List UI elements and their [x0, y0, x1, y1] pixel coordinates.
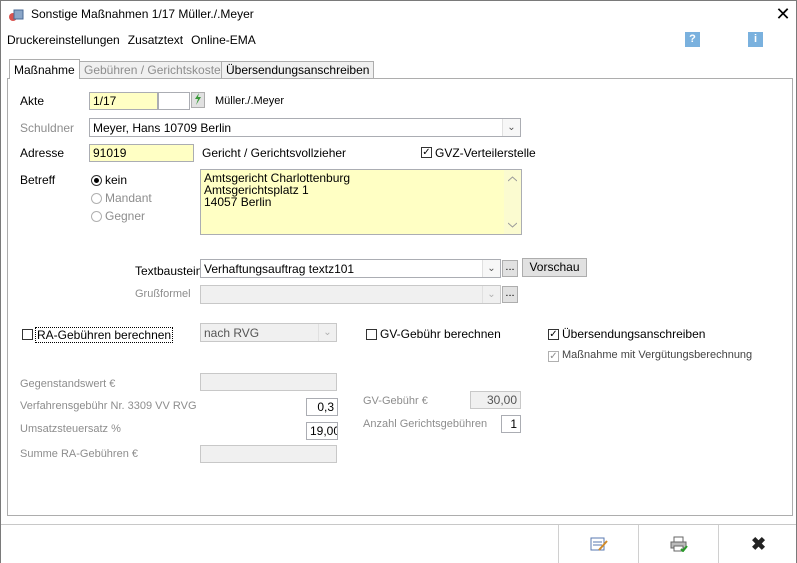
schuldner-select[interactable]: Meyer, Hans 10709 Berlin ⌄: [89, 118, 521, 137]
gvz-checkbox[interactable]: ✓: [421, 147, 432, 158]
umsatzsteuer-label: Umsatzsteuersatz %: [20, 423, 121, 435]
tab-massnahme[interactable]: Maßnahme: [9, 59, 80, 79]
gv-gebuehr-label: GV-Gebühr berechnen: [380, 327, 501, 341]
anzahl-label: Anzahl Gerichtsgebühren: [363, 418, 488, 430]
verfahrensgebuehr-label: Verfahrensgebühr Nr. 3309 VV RVG: [20, 400, 197, 412]
akte-input[interactable]: 1/17: [89, 92, 158, 110]
close-window-button[interactable]: ✕: [773, 4, 793, 24]
adresse-input[interactable]: 91019: [89, 144, 194, 162]
adresse-type: Gericht / Gerichtsvollzieher: [202, 146, 347, 160]
gegenstandswert-label: Gegenstandswert €: [20, 378, 116, 390]
grussformel-label: Grußformel: [135, 288, 191, 300]
betreff-option-mandant: Mandant: [105, 191, 152, 205]
betreff-label: Betreff: [20, 173, 56, 187]
gvgebuehr-input[interactable]: 30,00: [470, 391, 521, 409]
schuldner-label: Schuldner: [20, 121, 75, 135]
adresse-label: Adresse: [20, 146, 65, 160]
textbaustein-value: Verhaftungsauftrag textz101: [204, 262, 355, 276]
betreff-radio-mandant[interactable]: [91, 193, 102, 204]
gv-gebuehr-checkbox[interactable]: [366, 329, 377, 340]
akte-suffix-input[interactable]: [158, 92, 190, 110]
umsatzsteuer-input[interactable]: 19,00: [306, 422, 338, 440]
summe-input[interactable]: [200, 445, 337, 463]
scroll-down-icon: [508, 222, 517, 228]
textarea-scrollbar[interactable]: [504, 170, 521, 234]
akte-lookup-button[interactable]: [191, 92, 205, 108]
anzahl-input[interactable]: 1: [501, 415, 521, 433]
vorschau-button[interactable]: Vorschau: [522, 258, 587, 277]
help-icon[interactable]: ?: [685, 32, 700, 47]
rvg-value: nach RVG: [204, 326, 260, 340]
lightning-icon: [195, 93, 201, 105]
rvg-select[interactable]: nach RVG ⌄: [200, 323, 337, 342]
gvz-label: GVZ-Verteilerstelle: [435, 146, 536, 160]
uebersendung-checkbox[interactable]: ✓: [548, 329, 559, 340]
schuldner-value: Meyer, Hans 10709 Berlin: [93, 121, 232, 135]
print-button[interactable]: [638, 525, 718, 563]
ra-gebuehren-checkbox[interactable]: [22, 329, 33, 340]
grussformel-select[interactable]: ⌄: [200, 285, 501, 304]
tab-uebersendungsanschreiben[interactable]: Übersendungsanschreiben: [221, 61, 375, 79]
betreff-option-kein: kein: [105, 173, 128, 187]
menu-online-ema[interactable]: Online-EMA: [191, 33, 256, 47]
info-icon[interactable]: i: [748, 32, 763, 47]
akte-label: Akte: [20, 94, 45, 108]
tab-gebuehren[interactable]: Gebühren / Gerichtskosten: [79, 61, 233, 79]
grussformel-browse-button[interactable]: ...: [502, 286, 518, 303]
bottom-toolbar: ✖: [1, 524, 796, 563]
menu-zusatztext[interactable]: Zusatztext: [128, 33, 183, 47]
massnahme-verguetung-label: Maßnahme mit Vergütungsberechnung: [562, 349, 753, 361]
menu-druckereinstellungen[interactable]: Druckereinstellungen: [7, 33, 120, 47]
summe-label: Summe RA-Gebühren €: [20, 448, 138, 460]
chevron-down-icon[interactable]: ⌄: [502, 119, 520, 136]
chevron-down-icon[interactable]: ⌄: [482, 260, 500, 277]
window-title: Sonstige Maßnahmen 1/17 Müller./.Meyer: [31, 7, 254, 21]
menu-bar: Druckereinstellungen Zusatztext Online-EMA: [7, 33, 264, 47]
textbaustein-browse-button[interactable]: ...: [502, 260, 518, 277]
massnahme-verguetung-checkbox[interactable]: ✓: [548, 351, 559, 362]
ra-gebuehren-label: RA-Gebühren berechnen: [35, 327, 174, 343]
app-icon: [9, 9, 24, 21]
textbaustein-label: Textbaustein: [135, 264, 203, 278]
document-edit-icon: [590, 537, 608, 551]
gvgebuehr-label: GV-Gebühr €: [363, 395, 428, 407]
chevron-down-icon[interactable]: ⌄: [318, 324, 336, 341]
akte-name: Müller./.Meyer: [215, 95, 285, 107]
printer-icon: [670, 536, 688, 552]
scroll-up-icon: [508, 176, 517, 182]
save-button[interactable]: [558, 525, 638, 563]
title-bar: Sonstige Maßnahmen 1/17 Müller./.Meyer ✕: [1, 1, 796, 29]
betreff-radio-gegner[interactable]: [91, 211, 102, 222]
betreff-radio-kein[interactable]: [91, 175, 102, 186]
cancel-button[interactable]: ✖: [718, 525, 797, 563]
address-textarea[interactable]: Amtsgericht Charlottenburg Amtsgerichtsp…: [200, 169, 522, 235]
dialog-window: Sonstige Maßnahmen 1/17 Müller./.Meyer ✕…: [0, 0, 797, 563]
verfahrensgebuehr-input[interactable]: 0,3: [306, 398, 338, 416]
textbaustein-select[interactable]: Verhaftungsauftrag textz101 ⌄: [200, 259, 501, 278]
chevron-down-icon[interactable]: ⌄: [482, 286, 500, 303]
uebersendung-label: Übersendungsanschreiben: [562, 327, 706, 341]
gegenstandswert-input[interactable]: [200, 373, 337, 391]
betreff-option-gegner: Gegner: [105, 209, 146, 223]
address-line: 14057 Berlin: [204, 195, 272, 209]
